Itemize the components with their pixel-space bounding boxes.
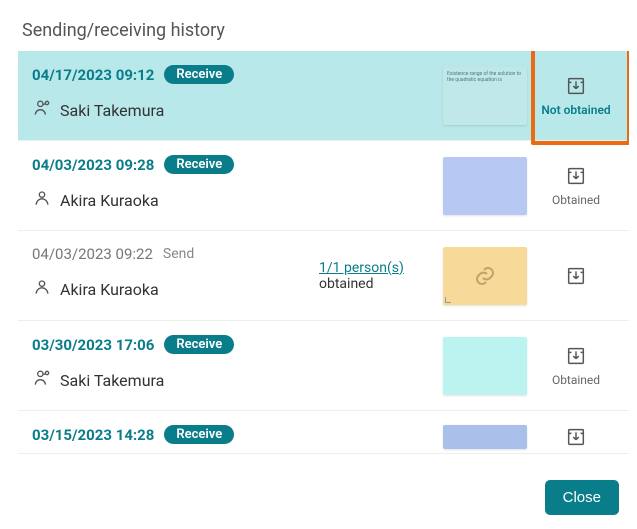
timestamp: 04/03/2023 09:28 bbox=[32, 156, 154, 174]
history-row[interactable]: 03/15/2023 14:28 Receive bbox=[18, 411, 629, 454]
download-box-icon bbox=[565, 75, 587, 97]
send-label: Send bbox=[163, 246, 194, 262]
history-row[interactable]: 04/03/2023 09:22 Send Akira Kuraoka 1/1 … bbox=[18, 231, 629, 321]
receive-badge: Receive bbox=[164, 65, 234, 84]
thumbnail[interactable] bbox=[443, 425, 527, 449]
history-list[interactable]: 04/17/2023 09:12 Receive Saki Takemura E… bbox=[18, 51, 629, 461]
download-box-icon bbox=[565, 345, 587, 367]
page-title: Sending/receiving history bbox=[0, 0, 637, 51]
obtained-count-text: obtained bbox=[319, 276, 439, 292]
history-row[interactable]: 04/17/2023 09:12 Receive Saki Takemura E… bbox=[18, 51, 629, 141]
thumbnail[interactable] bbox=[443, 337, 527, 395]
person-icon bbox=[32, 277, 52, 301]
obtain-action[interactable] bbox=[531, 425, 621, 449]
obtain-action[interactable]: Obtained bbox=[531, 335, 621, 396]
link-icon bbox=[473, 264, 497, 288]
download-box-icon bbox=[565, 165, 587, 187]
obtain-status: Obtained bbox=[552, 373, 600, 387]
thumbnail[interactable] bbox=[443, 157, 527, 215]
thumbnail[interactable] bbox=[443, 247, 527, 305]
receive-badge: Receive bbox=[164, 335, 234, 354]
close-button[interactable]: Close bbox=[545, 480, 619, 515]
person-name: Akira Kuraoka bbox=[60, 191, 159, 210]
obtain-action[interactable]: Not obtained bbox=[531, 65, 621, 126]
person-icon bbox=[32, 188, 52, 212]
history-row[interactable]: 03/30/2023 17:06 Receive Saki Takemura O… bbox=[18, 321, 629, 411]
history-row[interactable]: 04/03/2023 09:28 Receive Akira Kuraoka O… bbox=[18, 141, 629, 231]
person-name: Akira Kuraoka bbox=[60, 280, 159, 299]
receive-badge: Receive bbox=[164, 155, 234, 174]
obtained-count-link[interactable]: 1/1 person(s) bbox=[319, 260, 439, 276]
person-share-icon bbox=[32, 98, 52, 122]
timestamp: 03/15/2023 14:28 bbox=[32, 426, 154, 444]
timestamp: 04/03/2023 09:22 bbox=[32, 245, 153, 263]
timestamp: 04/17/2023 09:12 bbox=[32, 66, 154, 84]
person-name: Saki Takemura bbox=[60, 371, 164, 390]
obtain-action[interactable] bbox=[531, 245, 621, 306]
obtain-status: Obtained bbox=[552, 193, 600, 207]
obtain-action[interactable]: Obtained bbox=[531, 155, 621, 216]
person-share-icon bbox=[32, 368, 52, 392]
receive-badge: Receive bbox=[164, 425, 234, 444]
download-box-icon bbox=[565, 265, 587, 287]
thumbnail[interactable]: Existence range of the solution to the q… bbox=[443, 67, 527, 125]
person-name: Saki Takemura bbox=[60, 101, 164, 120]
timestamp: 03/30/2023 17:06 bbox=[32, 336, 154, 354]
obtain-status: Not obtained bbox=[541, 103, 610, 117]
download-box-icon bbox=[565, 426, 587, 448]
